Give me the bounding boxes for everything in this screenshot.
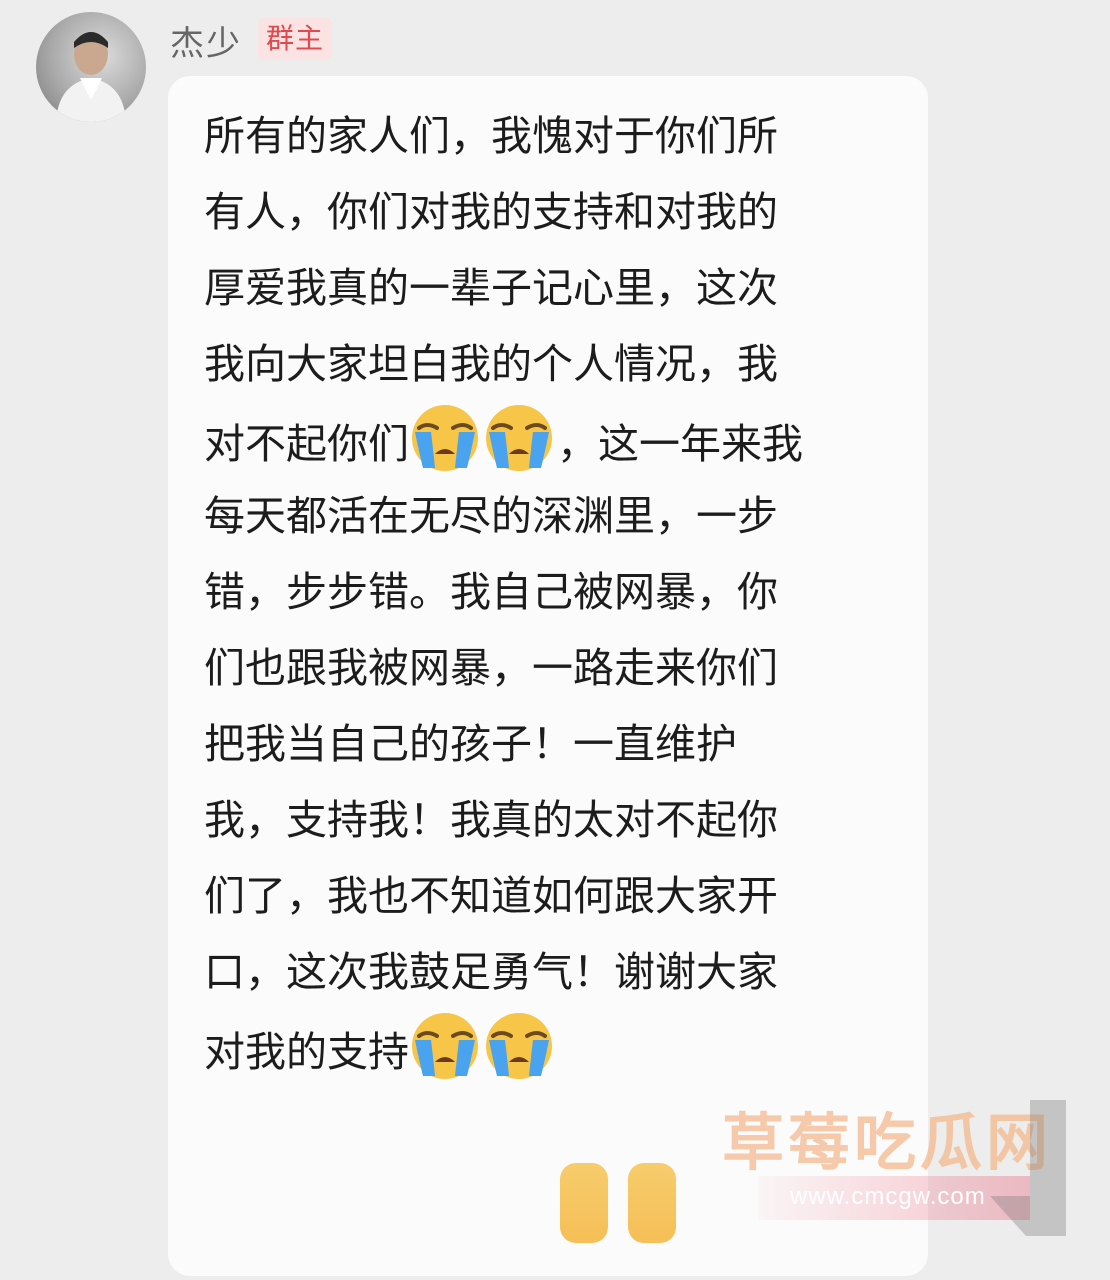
message-line: 每天都活在无尽的深渊里，一步 [204, 478, 894, 554]
message-text-segment: 所有的家人们，我愧对于你们所 [204, 112, 778, 160]
message-text-segment: 对不起你们 [204, 420, 409, 468]
message-line: 把我当自己的孩子！一直维护 [204, 706, 894, 782]
group-owner-badge: 群主 [258, 18, 333, 60]
message-text-segment: 把我当自己的孩子！一直维护 [204, 720, 737, 768]
message-text-segment: 我向大家坦白我的个人情况，我 [204, 340, 778, 388]
partial-emoji-icon [560, 1163, 608, 1243]
watermark-corner-mark [990, 1100, 1066, 1236]
message-line: 对不起你们 ，这一年来我 [204, 402, 894, 478]
sender-avatar[interactable] [36, 12, 146, 122]
message-line: 错，步步错。我自己被网暴，你 [204, 554, 894, 630]
message-text-segment: 们也跟我被网暴，一路走来你们 [204, 644, 778, 692]
message-line: 口，这次我鼓足勇气！谢谢大家 [204, 934, 894, 1010]
message-text-segment: 每天都活在无尽的深渊里，一步 [204, 492, 778, 540]
partial-emoji-icon [628, 1163, 676, 1243]
message-line: 们也跟我被网暴，一路走来你们 [204, 630, 894, 706]
message-text-segment: 厚爱我真的一辈子记心里，这次 [204, 264, 778, 312]
message-line: 们了，我也不知道如何跟大家开 [204, 858, 894, 934]
message-line: 厚爱我真的一辈子记心里，这次 [204, 250, 894, 326]
message-text-segment: 们了，我也不知道如何跟大家开 [204, 872, 778, 920]
message-line: 有人，你们对我的支持和对我的 [204, 174, 894, 250]
message-line: 对我的支持 [204, 1010, 894, 1086]
message-text-segment: 错，步步错。我自己被网暴，你 [204, 568, 778, 616]
loudly-crying-face-icon [409, 1010, 481, 1082]
message-text-segment: 我，支持我！我真的太对不起你 [204, 796, 778, 844]
message-text-segment: 对我的支持 [204, 1028, 409, 1076]
loudly-crying-face-icon [483, 402, 555, 474]
sender-name: 杰少 [170, 24, 242, 64]
loudly-crying-face-icon [409, 402, 481, 474]
message-text-segment: 口，这次我鼓足勇气！谢谢大家 [204, 948, 778, 996]
loudly-crying-face-icon [483, 1010, 555, 1082]
message-line: 我，支持我！我真的太对不起你 [204, 782, 894, 858]
message-text-segment: ，这一年来我 [557, 420, 803, 468]
message-text-segment: 有人，你们对我的支持和对我的 [204, 188, 778, 236]
message-line: 所有的家人们，我愧对于你们所 [204, 98, 894, 174]
message-line: 我向大家坦白我的个人情况，我 [204, 326, 894, 402]
watermark-url: www.cmcgw.com [790, 1183, 986, 1210]
message-text: 所有的家人们，我愧对于你们所 有人，你们对我的支持和对我的 厚爱我真的一辈子记心里，… [204, 98, 894, 1086]
